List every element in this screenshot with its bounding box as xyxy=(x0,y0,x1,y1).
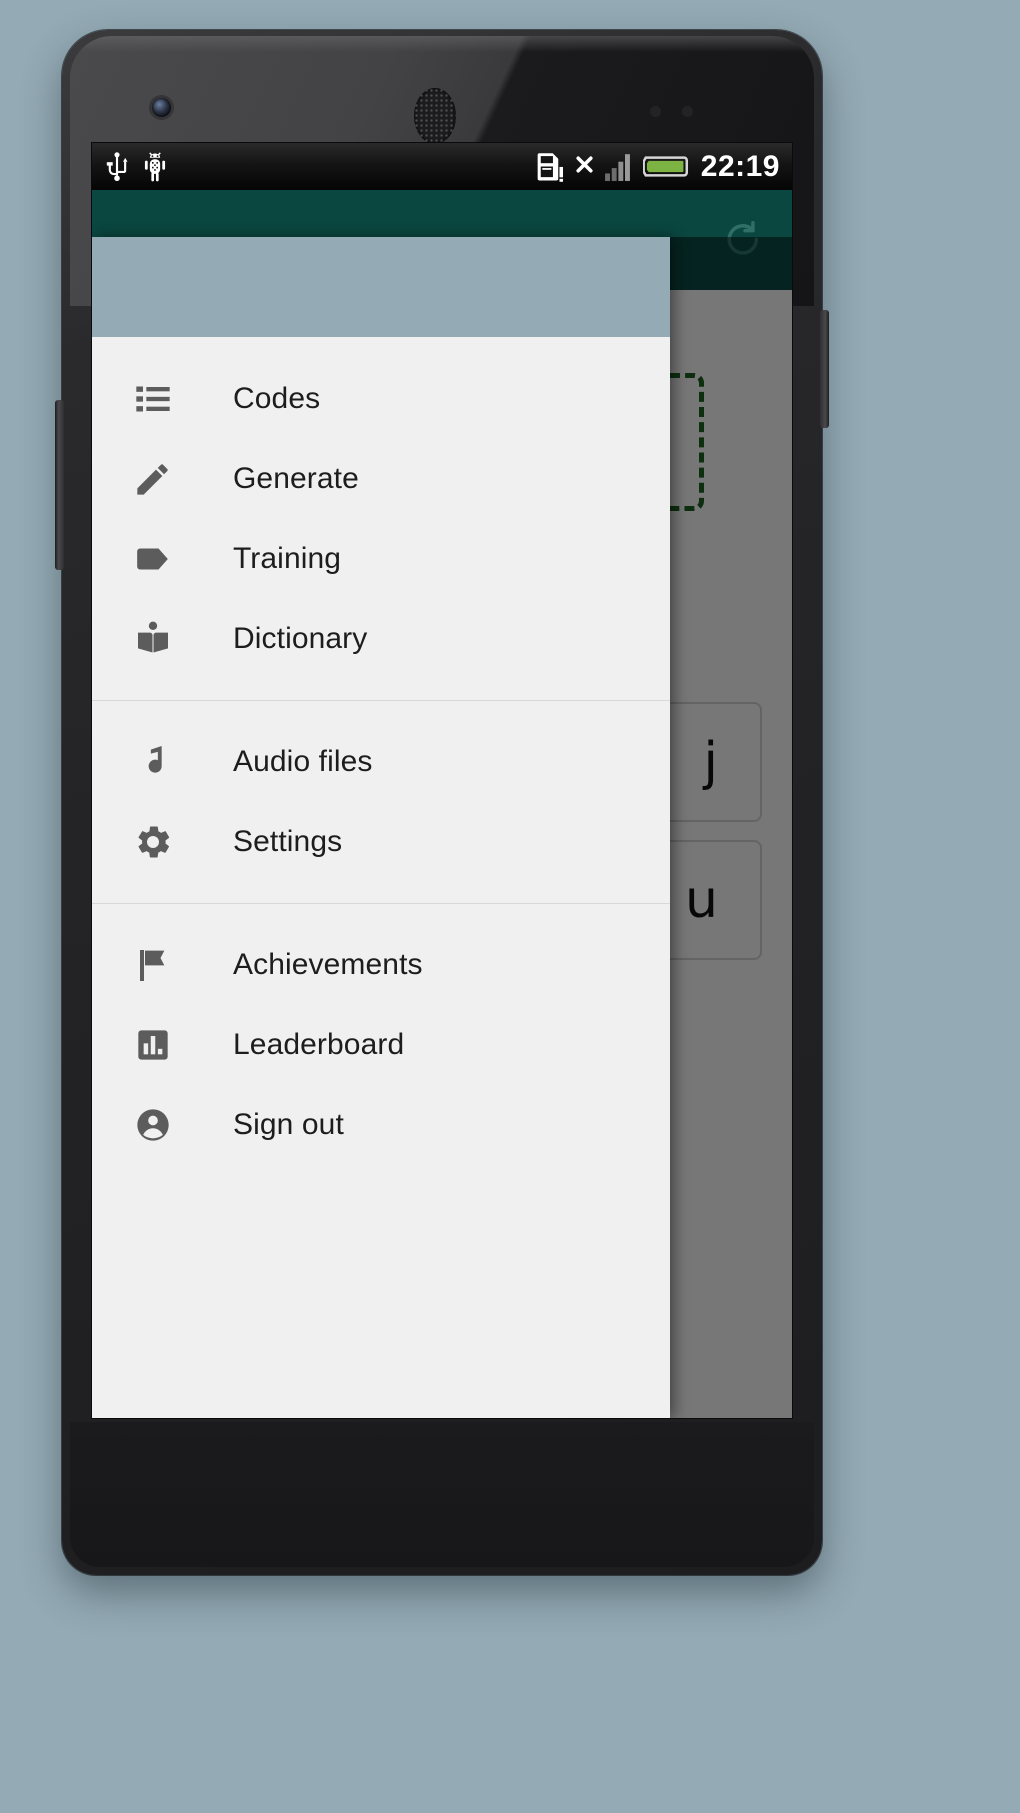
status-bar-left-icons xyxy=(104,151,168,182)
sidebar-item-codes[interactable]: Codes xyxy=(92,359,670,439)
sidebar-item-generate[interactable]: Generate xyxy=(92,439,670,519)
page-root: 22:19 Codes Generate Training Dictionary… xyxy=(0,0,1020,1813)
status-bar-right-icons: 22:19 xyxy=(536,151,782,182)
camera-icon xyxy=(152,98,171,117)
sidebar-item-label: Achievements xyxy=(233,948,423,981)
pencil-icon xyxy=(125,459,181,499)
battery-icon xyxy=(642,156,688,177)
phone-screen: 22:19 Codes Generate Training Dictionary… xyxy=(92,143,792,1418)
sd-card-warning-icon xyxy=(537,153,563,182)
sidebar-item-dictionary[interactable]: Dictionary xyxy=(92,599,670,679)
signal-bars-icon xyxy=(604,154,630,181)
tag-icon xyxy=(125,539,181,579)
sidebar-item-label: Training xyxy=(233,542,342,575)
sidebar-item-label: Codes xyxy=(233,382,321,415)
speaker-grille-icon xyxy=(414,88,456,144)
navigation-drawer: Codes Generate Training Dictionary Audio… xyxy=(92,237,670,1418)
sidebar-item-settings[interactable]: Settings xyxy=(92,802,670,882)
app-window: j u xyxy=(92,190,792,1418)
sidebar-item-label: Generate xyxy=(233,462,359,495)
status-bar-clock: 22:19 xyxy=(700,149,780,183)
drawer-divider xyxy=(92,700,670,701)
sidebar-item-label: Dictionary xyxy=(233,622,368,655)
drawer-header xyxy=(92,237,670,337)
power-button[interactable] xyxy=(820,310,829,428)
phone-bottom-bezel xyxy=(70,1422,814,1567)
flag-icon xyxy=(125,945,181,985)
gear-icon xyxy=(125,822,181,862)
sidebar-item-leaderboard[interactable]: Leaderboard xyxy=(92,1005,670,1085)
drawer-menu-list: Codes Generate Training Dictionary Audio… xyxy=(92,337,670,1165)
usb-icon xyxy=(106,151,128,181)
sidebar-item-sign-out[interactable]: Sign out xyxy=(92,1085,670,1165)
music-note-icon xyxy=(125,742,181,782)
volume-button[interactable] xyxy=(55,400,64,570)
sidebar-item-achievements[interactable]: Achievements xyxy=(92,925,670,1005)
sidebar-item-training[interactable]: Training xyxy=(92,519,670,599)
no-sim-icon xyxy=(576,156,593,173)
phone-device: 22:19 Codes Generate Training Dictionary… xyxy=(55,30,829,1575)
status-bar: 22:19 xyxy=(92,143,792,190)
list-icon xyxy=(125,379,181,419)
sidebar-item-label: Audio files xyxy=(233,745,373,778)
account-circle-icon xyxy=(125,1105,181,1145)
bar-chart-icon xyxy=(125,1025,181,1065)
sidebar-item-label: Sign out xyxy=(233,1108,344,1141)
book-icon xyxy=(125,619,181,659)
android-debug-icon xyxy=(144,151,166,181)
proximity-sensor-icon xyxy=(650,106,661,117)
drawer-divider xyxy=(92,903,670,904)
light-sensor-icon xyxy=(682,106,693,117)
sidebar-item-audio-files[interactable]: Audio files xyxy=(92,722,670,802)
sidebar-item-label: Leaderboard xyxy=(233,1028,405,1061)
sidebar-item-label: Settings xyxy=(233,825,343,858)
